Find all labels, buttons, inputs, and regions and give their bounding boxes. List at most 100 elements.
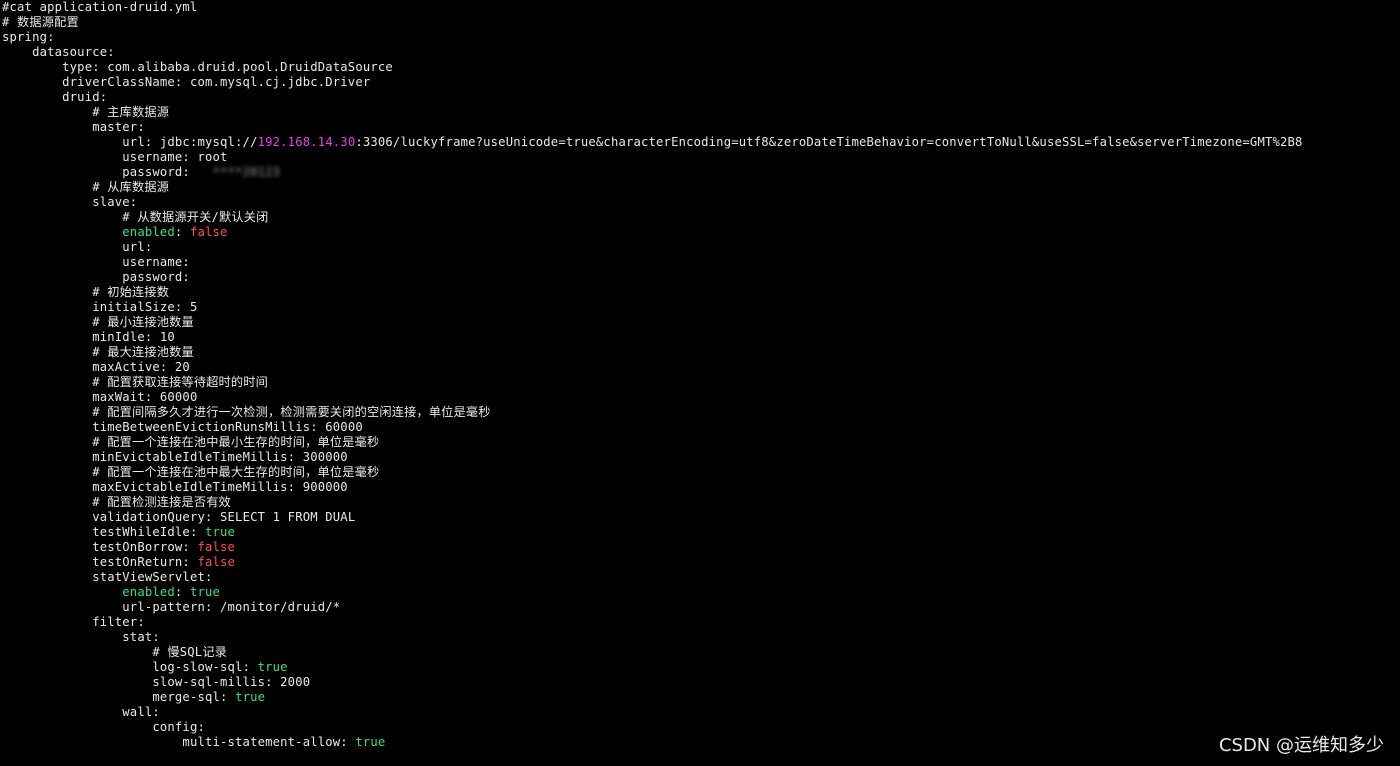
line-text: # 主库数据源 — [92, 105, 170, 119]
terminal-line: # 配置间隔多久才进行一次检测，检测需要关闭的空闲连接，单位是毫秒 — [2, 405, 1400, 420]
line-text: datasource: — [32, 45, 115, 59]
terminal-line: log-slow-sql: true — [2, 660, 1400, 675]
line-text: password: — [122, 165, 198, 179]
token-key: enabled — [122, 585, 175, 599]
line-text: # 配置间隔多久才进行一次检测，检测需要关闭的空闲连接，单位是毫秒 — [92, 405, 491, 419]
terminal-line: # 初始连接数 — [2, 285, 1400, 300]
line-text: stat: — [122, 630, 160, 644]
terminal-line: # 从库数据源 — [2, 180, 1400, 195]
terminal-line: # 数据源配置 — [2, 15, 1400, 30]
terminal-line: testWhileIdle: true — [2, 525, 1400, 540]
terminal-line: # 配置一个连接在池中最大生存的时间，单位是毫秒 — [2, 465, 1400, 480]
terminal-line: url: — [2, 240, 1400, 255]
token-false: false — [197, 540, 236, 554]
token-true: true — [204, 525, 236, 539]
terminal-line: # 配置一个连接在池中最小生存的时间，单位是毫秒 — [2, 435, 1400, 450]
terminal-line: validationQuery: SELECT 1 FROM DUAL — [2, 510, 1400, 525]
terminal-line: timeBetweenEvictionRunsMillis: 60000 — [2, 420, 1400, 435]
terminal-line: slave: — [2, 195, 1400, 210]
terminal-line: username: root — [2, 150, 1400, 165]
terminal-line: config: — [2, 720, 1400, 735]
terminal-line: testOnReturn: false — [2, 555, 1400, 570]
line-text: url: — [122, 240, 153, 254]
line-text: password: — [122, 270, 190, 284]
line-text: # 从数据源开关/默认关闭 — [122, 210, 269, 224]
line-text: maxWait: 60000 — [92, 390, 198, 404]
line-text: # 慢SQL记录 — [152, 645, 228, 659]
line-text: validationQuery: SELECT 1 FROM DUAL — [92, 510, 356, 524]
line-text: driverClassName: com.mysql.cj.jdbc.Drive… — [62, 75, 371, 89]
terminal-line: # 从数据源开关/默认关闭 — [2, 210, 1400, 225]
terminal-line: master: — [2, 120, 1400, 135]
terminal-line: driverClassName: com.mysql.cj.jdbc.Drive… — [2, 75, 1400, 90]
line-text: username: — [122, 255, 190, 269]
line-text: minIdle: 10 — [92, 330, 175, 344]
line-text: testOnReturn: — [92, 555, 198, 569]
line-text: : — [174, 585, 190, 599]
terminal-line: testOnBorrow: false — [2, 540, 1400, 555]
terminal-line: maxWait: 60000 — [2, 390, 1400, 405]
terminal-line: merge-sql: true — [2, 690, 1400, 705]
line-text: maxActive: 20 — [92, 360, 190, 374]
line-text: merge-sql: — [152, 690, 236, 704]
terminal-line: url-pattern: /monitor/druid/* — [2, 600, 1400, 615]
line-text: # 从库数据源 — [92, 180, 170, 194]
redacted-password: ****20123 — [197, 165, 281, 179]
terminal-line: statViewServlet: — [2, 570, 1400, 585]
terminal-line: druid: — [2, 90, 1400, 105]
line-text: initialSize: 5 — [92, 300, 198, 314]
terminal-line: datasource: — [2, 45, 1400, 60]
csdn-watermark: CSDN @运维知多少 — [1218, 735, 1384, 756]
terminal-line: # 最小连接池数量 — [2, 315, 1400, 330]
terminal-line: minIdle: 10 — [2, 330, 1400, 345]
terminal-line: url: jdbc:mysql://192.168.14.30:3306/luc… — [2, 135, 1400, 150]
terminal-line: wall: — [2, 705, 1400, 720]
line-text: master: — [92, 120, 145, 134]
line-text: maxEvictableIdleTimeMillis: 900000 — [92, 480, 348, 494]
line-text: wall: — [122, 705, 160, 719]
terminal-line: type: com.alibaba.druid.pool.DruidDataSo… — [2, 60, 1400, 75]
line-text: multi-statement-allow: — [182, 735, 356, 749]
line-text: # 配置检测连接是否有效 — [92, 495, 231, 509]
terminal-line: initialSize: 5 — [2, 300, 1400, 315]
terminal-line: slow-sql-millis: 2000 — [2, 675, 1400, 690]
line-text: url-pattern: /monitor/druid/* — [122, 600, 341, 614]
terminal-output: #cat application-druid.yml # 数据源配置 spring:… — [0, 0, 1400, 766]
terminal-line: username: — [2, 255, 1400, 270]
token-false: false — [197, 555, 236, 569]
line-text: minEvictableIdleTimeMillis: 300000 — [92, 450, 348, 464]
terminal-line: stat: — [2, 630, 1400, 645]
line-text: # 数据源配置 — [2, 15, 79, 29]
line-text: type: com.alibaba.druid.pool.DruidDataSo… — [62, 60, 393, 74]
terminal-line: minEvictableIdleTimeMillis: 300000 — [2, 450, 1400, 465]
